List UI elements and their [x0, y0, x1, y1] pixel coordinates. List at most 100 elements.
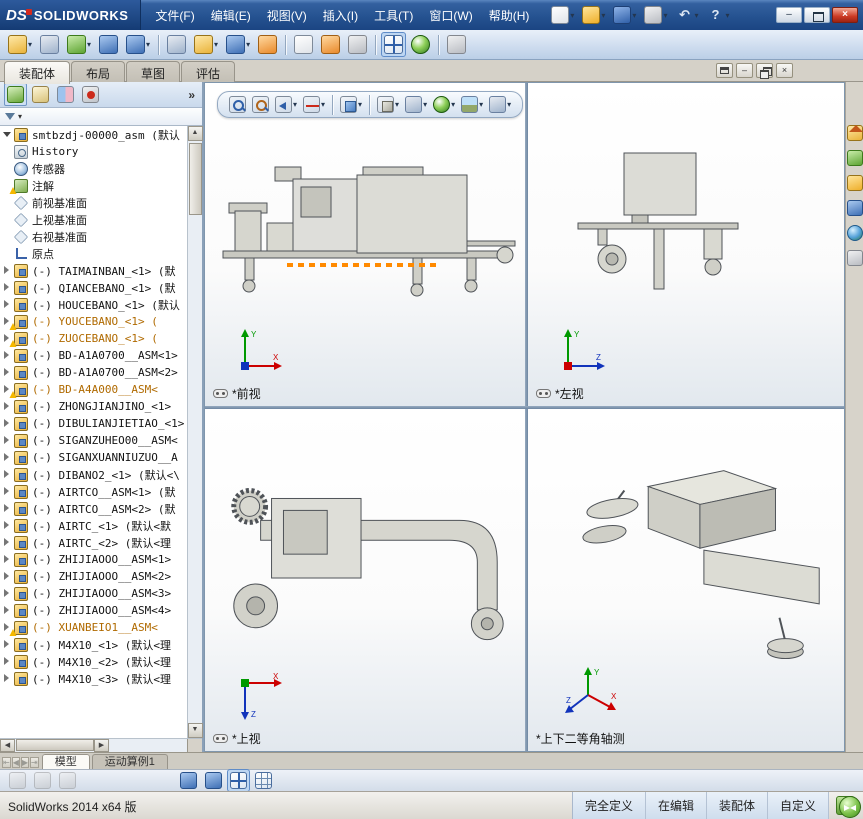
- status-editing-scope[interactable]: 装配体: [707, 792, 768, 819]
- menu-tools[interactable]: 工具(T): [366, 3, 421, 28]
- expand-arrow-icon[interactable]: [3, 589, 12, 598]
- expand-arrow-icon[interactable]: [3, 266, 12, 275]
- viewport-left[interactable]: Y Z *左视: [528, 83, 844, 406]
- expand-arrow-icon[interactable]: [3, 487, 12, 496]
- bill-of-materials-button[interactable]: [291, 32, 316, 57]
- filter-tree-button[interactable]: [6, 769, 29, 792]
- tree-root-item[interactable]: smtbzdj-00000_asm (默认: [0, 126, 187, 143]
- minimize-document-button[interactable]: –: [736, 63, 753, 78]
- expand-arrow-icon[interactable]: [3, 640, 12, 649]
- tree-item[interactable]: (-) ZHIJIAOOO__ASM<1>: [0, 551, 187, 568]
- tab-evaluate[interactable]: 评估: [181, 61, 236, 84]
- new-motion-study-button[interactable]: [255, 32, 280, 57]
- options-button[interactable]: [444, 32, 469, 57]
- tree-item[interactable]: (-) M4X10_<2> (默认<理: [0, 653, 187, 670]
- propertymanager-tab-button[interactable]: [29, 83, 52, 106]
- expand-arrow-icon[interactable]: [3, 283, 12, 292]
- help-button[interactable]: ? ▾: [703, 3, 732, 27]
- viewport-top[interactable]: X Z *上视: [205, 409, 525, 751]
- display-style-button[interactable]: ▾: [375, 94, 401, 115]
- apply-scene-button[interactable]: ▾: [459, 94, 485, 115]
- minimize-button[interactable]: –: [776, 7, 802, 23]
- design-library-button[interactable]: [846, 149, 863, 167]
- viewport-front[interactable]: Y X *前视: [205, 83, 525, 406]
- task-pane-home-button[interactable]: [846, 124, 863, 142]
- nav-last-button[interactable]: ⇥: [30, 757, 39, 768]
- new-document-button[interactable]: ▾: [548, 3, 577, 27]
- restore-document-button[interactable]: [756, 63, 773, 79]
- tree-item[interactable]: 注解: [0, 177, 187, 194]
- show-hidden-components-button[interactable]: [164, 32, 189, 57]
- tree-item[interactable]: (-) ZHIJIAOOO__ASM<2>: [0, 568, 187, 585]
- viewport-horizontal-splitter[interactable]: [205, 406, 844, 409]
- nav-prev-button[interactable]: ◀: [11, 757, 20, 768]
- assembly-features-button[interactable]: ▾: [191, 32, 221, 57]
- tree-item[interactable]: (-) YOUCEBANO_<1> (: [0, 313, 187, 330]
- previous-view-button[interactable]: ▾: [273, 94, 299, 115]
- reference-geometry-button[interactable]: ▾: [223, 32, 253, 57]
- edit-component-button[interactable]: [202, 769, 225, 792]
- expand-arrow-icon[interactable]: [3, 300, 12, 309]
- tile-windows-button[interactable]: [716, 63, 733, 78]
- expand-arrow-icon[interactable]: [3, 351, 12, 360]
- tree-item[interactable]: (-) SIGANXUANNIUZUO__A: [0, 449, 187, 466]
- status-editing[interactable]: 在编辑: [646, 792, 707, 819]
- tab-motion-study-1[interactable]: 运动算例1: [91, 754, 168, 769]
- tree-item[interactable]: (-) AIRTCO__ASM<2> (默: [0, 500, 187, 517]
- expand-arrow-icon[interactable]: [3, 521, 12, 530]
- smart-fasteners-button[interactable]: [96, 32, 121, 57]
- scroll-right-button[interactable]: ▶: [94, 739, 109, 752]
- expand-arrow-icon[interactable]: [3, 606, 12, 615]
- zoom-to-area-button[interactable]: [250, 94, 271, 115]
- performance-evaluation-button[interactable]: [408, 32, 433, 57]
- vertical-scrollbar-thumb[interactable]: [188, 143, 202, 215]
- grid-system-button[interactable]: [252, 769, 275, 792]
- move-component-button[interactable]: ▾: [123, 32, 153, 57]
- undo-button[interactable]: ↶ ▾: [672, 3, 701, 27]
- scroll-down-button[interactable]: ▼: [187, 723, 203, 738]
- tree-item[interactable]: (-) M4X10_<3> (默认<理: [0, 670, 187, 687]
- tree-item[interactable]: (-) ZHIJIAOOO__ASM<3>: [0, 585, 187, 602]
- expand-arrow-icon[interactable]: [3, 470, 12, 479]
- tree-item[interactable]: 传感器: [0, 160, 187, 177]
- mate-button[interactable]: [37, 32, 62, 57]
- scroll-left-button[interactable]: ◀: [0, 739, 15, 752]
- configurationmanager-tab-button[interactable]: [54, 83, 77, 106]
- tree-item[interactable]: (-) BD-A1A0700__ASM<2>: [0, 364, 187, 381]
- file-explorer-button[interactable]: [846, 174, 863, 192]
- resource-monitor-icon[interactable]: [839, 796, 861, 818]
- horizontal-scrollbar-thumb[interactable]: [16, 739, 94, 751]
- hide-show-items-button[interactable]: ▾: [403, 94, 429, 115]
- expand-arrow-icon[interactable]: [3, 436, 12, 445]
- tree-horizontal-scrollbar[interactable]: ◀ ▶: [0, 738, 202, 752]
- viewport-layout-button[interactable]: [381, 32, 407, 57]
- custom-properties-button[interactable]: [846, 249, 863, 267]
- tree-item[interactable]: (-) ZHONGJIANJINO_<1>: [0, 398, 187, 415]
- tab-sketch[interactable]: 草图: [126, 61, 181, 84]
- save-button[interactable]: ▾: [610, 3, 639, 27]
- tree-item[interactable]: (-) SIGANZUHEO00__ASM<: [0, 432, 187, 449]
- hide-types-button[interactable]: [56, 769, 79, 792]
- tree-item[interactable]: 右视基准面: [0, 228, 187, 245]
- expand-arrow-icon[interactable]: [3, 504, 12, 513]
- menu-edit[interactable]: 编辑(E): [203, 3, 259, 28]
- expand-arrow-icon[interactable]: [3, 674, 12, 683]
- graphics-area[interactable]: ▾ ▾ ▾ ▾ ▾ ▾ ▾ ▾ Y X *前视 Y Z *左视 X Z *上视 …: [204, 82, 845, 752]
- tree-item[interactable]: History: [0, 143, 187, 160]
- tree-item[interactable]: (-) XUANBEIO1__ASM<: [0, 619, 187, 636]
- tree-item[interactable]: (-) ZHIJIAOOO__ASM<4>: [0, 602, 187, 619]
- tree-item[interactable]: (-) AIRTC_<1> (默认<默: [0, 517, 187, 534]
- expand-arrow-icon[interactable]: [3, 657, 12, 666]
- close-document-button[interactable]: ×: [776, 63, 793, 78]
- tab-layout[interactable]: 布局: [71, 61, 126, 84]
- expand-arrow-icon[interactable]: [3, 453, 12, 462]
- menu-view[interactable]: 视图(V): [259, 3, 315, 28]
- expand-panel-button[interactable]: »: [185, 88, 198, 102]
- menu-window[interactable]: 窗口(W): [421, 3, 480, 28]
- featuremanager-tab-button[interactable]: [4, 83, 27, 106]
- tree-item[interactable]: 原点: [0, 245, 187, 262]
- tree-item[interactable]: (-) AIRTC_<2> (默认<理: [0, 534, 187, 551]
- edit-appearance-button[interactable]: ▾: [431, 94, 457, 115]
- expand-arrow-icon[interactable]: [3, 555, 12, 564]
- expand-arrow-icon[interactable]: [3, 419, 12, 428]
